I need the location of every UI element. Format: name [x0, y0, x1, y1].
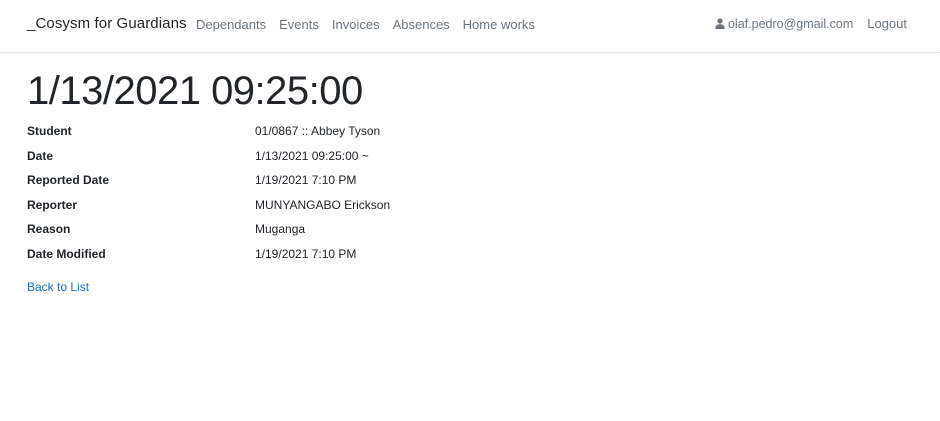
detail-value: 01/0867 :: Abbey Tyson [255, 124, 381, 139]
nav-link-dependants[interactable]: Dependants [196, 17, 266, 32]
user-area: olaf.pedro@gmail.com Logout [715, 16, 907, 31]
top-navbar: _Cosysm for Guardians Dependants Events … [0, 0, 940, 53]
detail-value: 1/19/2021 7:10 PM [255, 173, 357, 188]
detail-row-reporter: Reporter MUNYANGABO Erickson [27, 193, 627, 218]
detail-value: 1/13/2021 09:25:00 ~ [255, 148, 369, 163]
page-title: 1/13/2021 09:25:00 [27, 69, 363, 113]
detail-label: Date [27, 148, 54, 163]
detail-row-reason: Reason Muganga [27, 217, 627, 242]
nav-link-absences[interactable]: Absences [393, 17, 450, 32]
detail-label: Reporter [27, 197, 78, 212]
user-account-link[interactable]: olaf.pedro@gmail.com [715, 17, 853, 31]
detail-label: Student [27, 124, 72, 139]
detail-row-reported-date: Reported Date 1/19/2021 7:10 PM [27, 168, 627, 193]
absence-details: Student 01/0867 :: Abbey Tyson Date 1/13… [27, 119, 627, 266]
nav-link-home-works[interactable]: Home works [463, 17, 535, 32]
user-icon [715, 18, 725, 29]
detail-label: Date Modified [27, 246, 106, 261]
back-to-list-link[interactable]: Back to List [27, 280, 89, 294]
nav-link-events[interactable]: Events [279, 17, 319, 32]
detail-row-date: Date 1/13/2021 09:25:00 ~ [27, 144, 627, 169]
detail-label: Reported Date [27, 173, 110, 188]
detail-label: Reason [27, 222, 71, 237]
detail-value: 1/19/2021 7:10 PM [255, 246, 357, 261]
brand-link[interactable]: _Cosysm for Guardians [27, 15, 187, 32]
detail-value: Muganga [255, 222, 306, 237]
main-nav: Dependants Events Invoices Absences Home… [196, 17, 548, 32]
user-email: olaf.pedro@gmail.com [727, 16, 854, 31]
logout-link[interactable]: Logout [867, 16, 907, 31]
detail-row-student: Student 01/0867 :: Abbey Tyson [27, 119, 627, 144]
nav-link-invoices[interactable]: Invoices [332, 17, 380, 32]
detail-value: MUNYANGABO Erickson [255, 197, 391, 212]
detail-row-date-modified: Date Modified 1/19/2021 7:10 PM [27, 242, 627, 267]
